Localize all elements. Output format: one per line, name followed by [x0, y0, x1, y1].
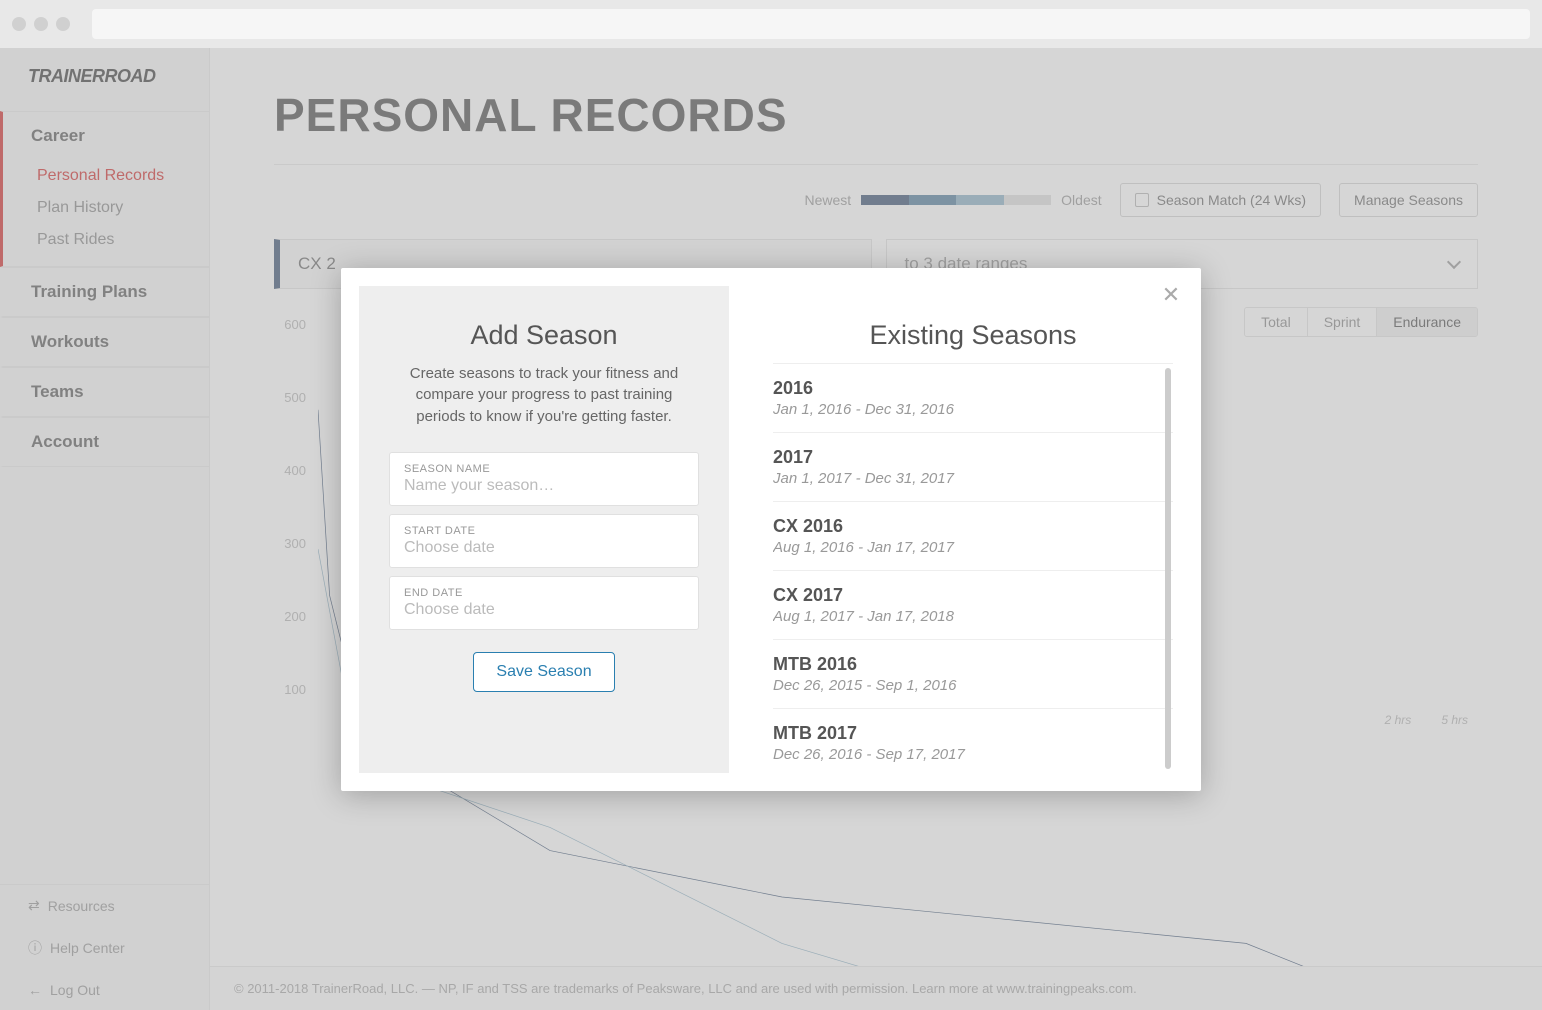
end-date-input[interactable]	[404, 601, 684, 619]
season-name-field[interactable]: SEASON NAME	[389, 452, 699, 506]
add-season-title: Add Season	[389, 320, 699, 351]
season-item[interactable]: CX 2016 Aug 1, 2016 - Jan 17, 2017	[773, 502, 1173, 571]
window-maximize-icon[interactable]	[56, 17, 70, 31]
start-date-label: START DATE	[404, 525, 684, 537]
add-season-description: Create seasons to track your fitness and…	[389, 363, 699, 428]
season-item[interactable]: 2016 Jan 1, 2016 - Dec 31, 2016	[773, 364, 1173, 433]
url-bar[interactable]	[92, 9, 1530, 39]
season-item-name: 2017	[773, 447, 1173, 468]
scrollbar[interactable]	[1165, 368, 1171, 769]
season-item-name: MTB 2016	[773, 654, 1173, 675]
window-minimize-icon[interactable]	[34, 17, 48, 31]
season-name-input[interactable]	[404, 477, 684, 495]
season-item-name: CX 2017	[773, 585, 1173, 606]
season-item-range: Dec 26, 2015 - Sep 1, 2016	[773, 677, 1173, 694]
season-item-range: Aug 1, 2016 - Jan 17, 2017	[773, 539, 1173, 556]
existing-seasons-panel: Existing Seasons 2016 Jan 1, 2016 - Dec 3…	[729, 286, 1183, 773]
start-date-field[interactable]: START DATE	[389, 514, 699, 568]
season-item-name: MTB 2017	[773, 723, 1173, 744]
close-icon: ✕	[1162, 282, 1180, 307]
season-item-range: Jan 1, 2017 - Dec 31, 2017	[773, 470, 1173, 487]
season-item-name: CX 2016	[773, 516, 1173, 537]
season-name-label: SEASON NAME	[404, 463, 684, 475]
season-item[interactable]: MTB 2017 Dec 26, 2016 - Sep 17, 2017	[773, 709, 1173, 773]
season-item[interactable]: 2017 Jan 1, 2017 - Dec 31, 2017	[773, 433, 1173, 502]
modal-close-button[interactable]: ✕	[1159, 282, 1183, 306]
season-item-name: 2016	[773, 378, 1173, 399]
seasons-list[interactable]: 2016 Jan 1, 2016 - Dec 31, 2016 2017 Jan 1,…	[773, 363, 1173, 773]
end-date-label: END DATE	[404, 587, 684, 599]
season-item[interactable]: CX 2017 Aug 1, 2017 - Jan 17, 2018	[773, 571, 1173, 640]
browser-chrome	[0, 0, 1542, 48]
season-item[interactable]: MTB 2016 Dec 26, 2015 - Sep 1, 2016	[773, 640, 1173, 709]
season-item-range: Aug 1, 2017 - Jan 17, 2018	[773, 608, 1173, 625]
add-season-panel: Add Season Create seasons to track your …	[359, 286, 729, 773]
season-item-range: Jan 1, 2016 - Dec 31, 2016	[773, 401, 1173, 418]
save-season-button[interactable]: Save Season	[473, 652, 614, 692]
modal-overlay[interactable]: ✕ Add Season Create seasons to track you…	[0, 48, 1542, 1010]
seasons-modal: ✕ Add Season Create seasons to track you…	[341, 268, 1201, 791]
window-close-icon[interactable]	[12, 17, 26, 31]
season-item-range: Dec 26, 2016 - Sep 17, 2017	[773, 746, 1173, 763]
start-date-input[interactable]	[404, 539, 684, 557]
end-date-field[interactable]: END DATE	[389, 576, 699, 630]
existing-seasons-title: Existing Seasons	[773, 320, 1173, 351]
